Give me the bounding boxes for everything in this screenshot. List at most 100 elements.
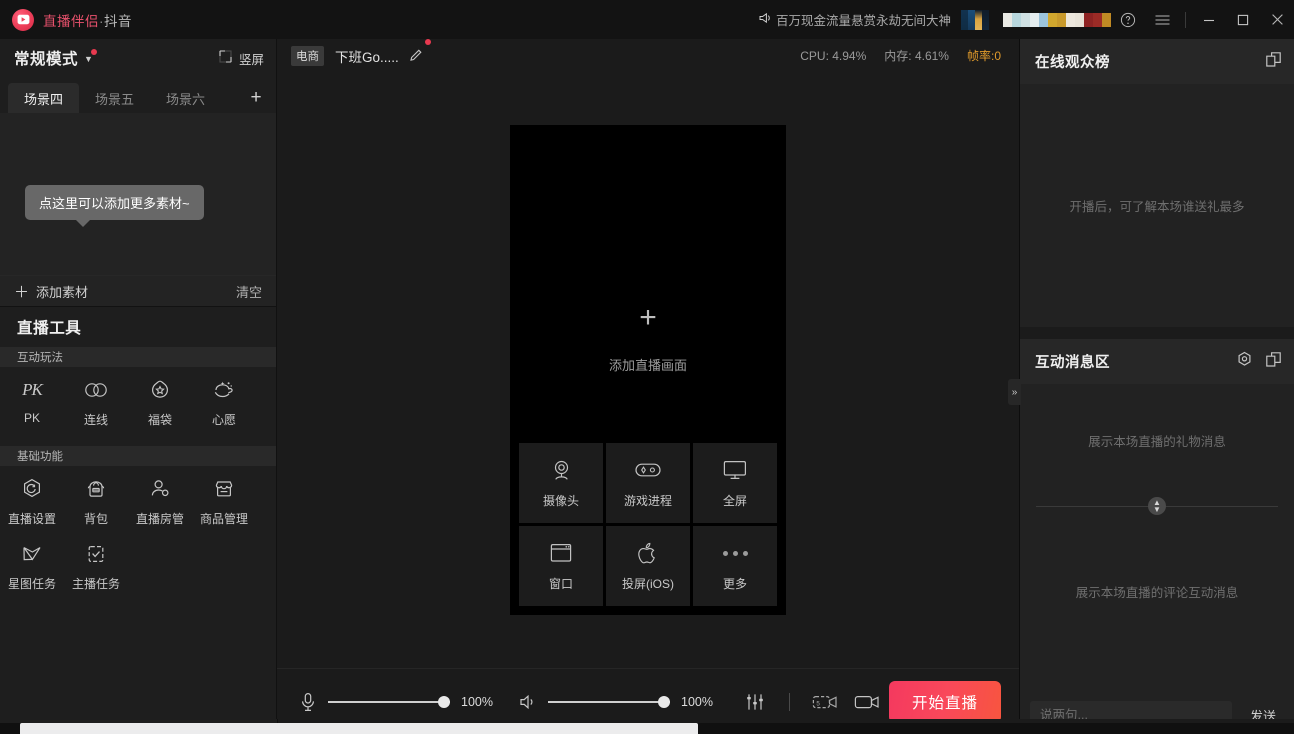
- tool-pk-label: PK: [24, 411, 40, 425]
- more-dots-icon: [723, 540, 748, 566]
- left-panel: 常规模式 ▼ 竖屏 场景四 场景五 场景六 + 点这里可以添加更多素材~: [0, 39, 277, 734]
- tool-anchor-task[interactable]: 主播任务: [64, 541, 128, 592]
- tool-backpack[interactable]: 背包: [64, 476, 128, 527]
- os-taskbar-sliver: [0, 719, 1294, 734]
- shop-icon: [212, 476, 236, 502]
- tool-live-settings-label: 直播设置: [8, 510, 56, 527]
- speaker-slider-knob[interactable]: [658, 696, 670, 708]
- add-material-tooltip-text: 点这里可以添加更多素材~: [39, 196, 190, 211]
- source-window-label: 窗口: [549, 575, 573, 592]
- speaker-volume-slider[interactable]: [548, 695, 670, 709]
- help-button[interactable]: [1111, 0, 1145, 39]
- microphone-icon[interactable]: [299, 692, 317, 712]
- preview-area: + 添加直播画面 摄像头: [277, 72, 1019, 668]
- scene-material-list[interactable]: 点这里可以添加更多素材~: [0, 113, 276, 275]
- svg-text:5: 5: [816, 700, 820, 707]
- right-panel: 在线观众榜 开播后，可了解本场谁送礼最多 互动消息区: [1020, 39, 1294, 734]
- clear-material-label: 清空: [236, 285, 262, 300]
- tool-goods-manage-label: 商品管理: [200, 510, 248, 527]
- mic-volume-slider[interactable]: [328, 695, 450, 709]
- audio-mixer-button[interactable]: [745, 692, 765, 712]
- lucky-bag-icon: [148, 377, 172, 403]
- source-game-label: 游戏进程: [624, 492, 672, 509]
- source-fullscreen[interactable]: 全屏: [693, 443, 777, 523]
- gear-icon[interactable]: [1236, 351, 1253, 373]
- pk-icon: PK: [22, 377, 42, 403]
- interaction-panel-title: 互动消息区: [1035, 351, 1110, 372]
- tool-live-settings[interactable]: 直播设置: [0, 476, 64, 527]
- source-game[interactable]: 游戏进程: [606, 443, 690, 523]
- tool-room-admin[interactable]: 直播房管: [128, 476, 192, 527]
- tool-pk[interactable]: PK PK: [0, 377, 64, 428]
- add-scene-button[interactable]: +: [236, 83, 276, 113]
- minimize-button[interactable]: [1192, 0, 1226, 39]
- source-window[interactable]: 窗口: [519, 526, 603, 606]
- mode-label[interactable]: 常规模式: [14, 47, 78, 69]
- comment-message-area: 展示本场直播的评论互动消息: [1020, 515, 1294, 696]
- record-button[interactable]: [854, 693, 880, 711]
- mic-slider-rail: [328, 701, 450, 703]
- scene-tab-3-label: 场景六: [166, 89, 205, 108]
- scene-tab-2-label: 场景五: [95, 89, 134, 108]
- live-companion-window: 直播伴侣·抖音 百万现金流量悬赏永劫无间大神: [0, 0, 1294, 734]
- speaker-control: 100%: [519, 693, 715, 711]
- speaker-icon[interactable]: [519, 693, 537, 711]
- title-bar-divider: [1185, 12, 1186, 28]
- speaker-volume-value: 100%: [681, 695, 715, 709]
- audience-panel-header: 在线观众榜: [1020, 39, 1294, 84]
- plus-icon: +: [250, 87, 261, 109]
- start-live-button[interactable]: 开始直播: [889, 681, 1001, 723]
- material-actions-row: ＋ 添加素材 清空: [0, 275, 276, 307]
- tool-goods-manage[interactable]: 商品管理: [192, 476, 256, 527]
- source-fullscreen-label: 全屏: [723, 492, 747, 509]
- app-name-text: 直播伴侣: [43, 14, 99, 29]
- apple-icon: [637, 540, 659, 566]
- close-button[interactable]: [1260, 0, 1294, 39]
- menu-button[interactable]: [1145, 0, 1179, 39]
- mic-slider-knob[interactable]: [438, 696, 450, 708]
- replay-clip-button[interactable]: 5: [812, 693, 838, 711]
- tool-grid-basic: 直播设置 背包 直播房管: [0, 466, 276, 610]
- maximize-button[interactable]: [1226, 0, 1260, 39]
- title-bar: 直播伴侣·抖音 百万现金流量悬赏永劫无间大神: [0, 0, 1294, 39]
- mode-new-dot: [91, 49, 97, 55]
- category-badge: 电商: [291, 46, 324, 66]
- popout-icon[interactable]: [1265, 351, 1282, 373]
- orientation-toggle[interactable]: 竖屏: [218, 49, 264, 68]
- announcement-banner[interactable]: 百万现金流量悬赏永劫无间大神: [759, 10, 951, 29]
- preview-placeholder[interactable]: + 添加直播画面: [510, 303, 786, 374]
- interaction-panel: 互动消息区 展示本场直播的礼物消息 ▲▼: [1020, 339, 1294, 734]
- main-body: 常规模式 ▼ 竖屏 场景四 场景五 场景六 + 点这里可以添加更多素材~: [0, 39, 1294, 734]
- tool-lucky-bag[interactable]: 福袋: [128, 377, 192, 428]
- add-material-button[interactable]: ＋ 添加素材: [14, 281, 88, 302]
- group-header-interactive: 互动玩法: [0, 347, 276, 367]
- window-icon: [549, 540, 573, 566]
- collapse-chevron-icon: »: [1012, 387, 1018, 398]
- scene-tab-2[interactable]: 场景五: [79, 83, 150, 113]
- splitter-grip-icon[interactable]: ▲▼: [1148, 497, 1166, 515]
- source-ios-cast[interactable]: 投屏(iOS): [606, 526, 690, 606]
- audience-placeholder: 开播后，可了解本场谁送礼最多: [1069, 196, 1244, 215]
- source-tiles: 摄像头 游戏进程 全屏: [519, 443, 777, 606]
- panel-splitter[interactable]: ▲▼: [1020, 497, 1294, 515]
- edit-title-button[interactable]: [408, 48, 423, 63]
- preview-canvas[interactable]: + 添加直播画面 摄像头: [510, 125, 786, 615]
- audience-panel-body: 开播后，可了解本场谁送礼最多: [1020, 84, 1294, 327]
- gift-message-area: 展示本场直播的礼物消息: [1020, 384, 1294, 497]
- clear-material-button[interactable]: 清空: [236, 282, 262, 301]
- edit-new-dot: [425, 39, 431, 45]
- tool-wish[interactable]: 心愿: [192, 377, 256, 428]
- popout-icon[interactable]: [1265, 51, 1282, 73]
- collapse-right-panel-button[interactable]: »: [1008, 379, 1021, 405]
- wish-lamp-icon: [211, 377, 237, 403]
- source-ios-cast-label: 投屏(iOS): [622, 575, 674, 592]
- source-webcam-label: 摄像头: [543, 492, 579, 509]
- scene-tab-3[interactable]: 场景六: [150, 83, 221, 113]
- chevron-down-icon[interactable]: ▼: [84, 54, 93, 64]
- tool-star-map[interactable]: 星图任务: [0, 541, 64, 592]
- source-more[interactable]: 更多: [693, 526, 777, 606]
- mode-row: 常规模式 ▼ 竖屏: [0, 39, 276, 77]
- scene-tab-1[interactable]: 场景四: [8, 83, 79, 113]
- source-webcam[interactable]: 摄像头: [519, 443, 603, 523]
- tool-lianmai[interactable]: 连线: [64, 377, 128, 428]
